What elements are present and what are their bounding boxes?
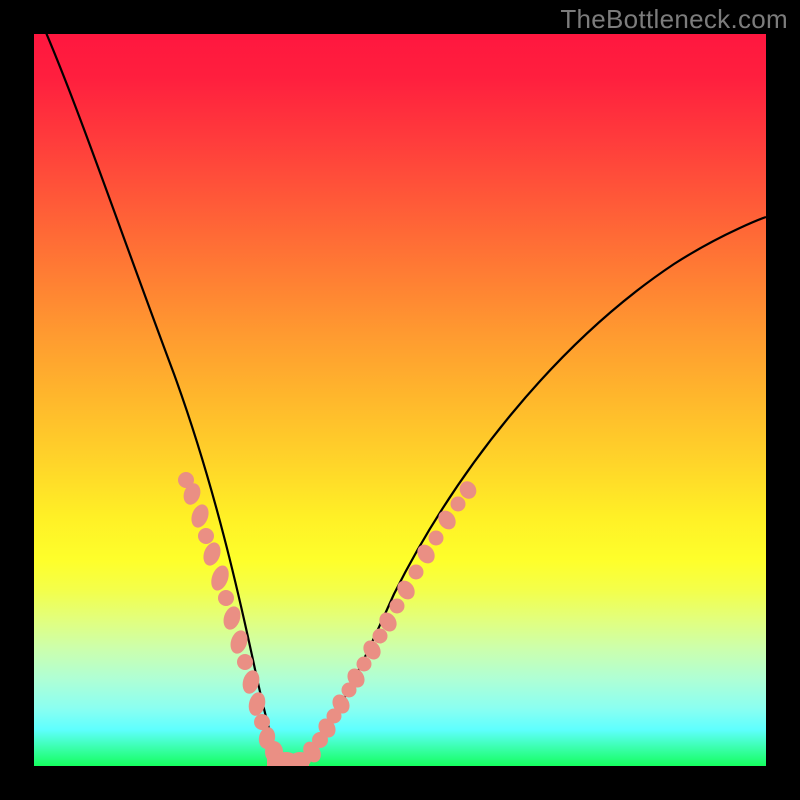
chart-frame: TheBottleneck.com bbox=[0, 0, 800, 800]
highlight-band-right bbox=[300, 478, 480, 765]
chart-svg bbox=[34, 34, 766, 766]
highlight-band-left bbox=[178, 472, 277, 750]
bottleneck-curve bbox=[34, 34, 766, 766]
watermark-text: TheBottleneck.com bbox=[560, 4, 788, 35]
